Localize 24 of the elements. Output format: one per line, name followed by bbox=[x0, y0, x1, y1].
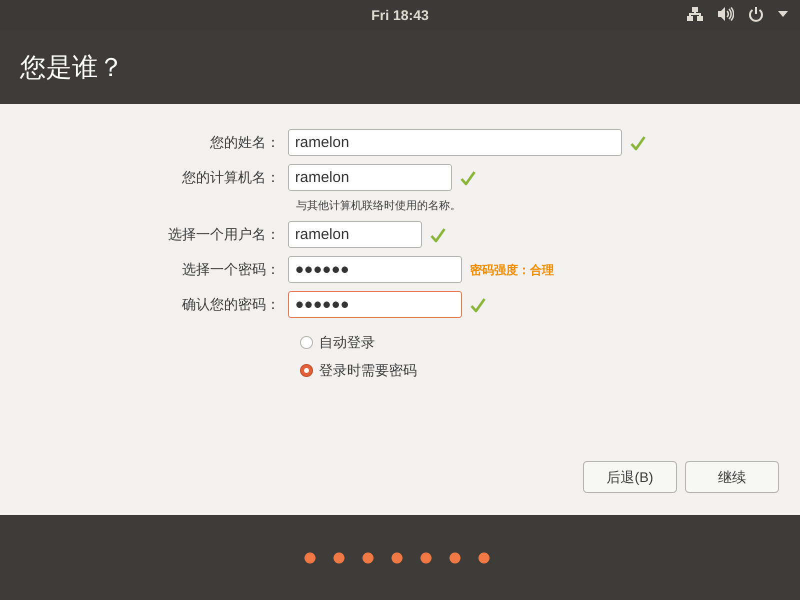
text-field[interactable]: ramelon bbox=[288, 221, 422, 248]
text-field[interactable]: ramelon bbox=[288, 129, 622, 156]
power-icon[interactable] bbox=[748, 6, 764, 22]
network-icon[interactable] bbox=[687, 6, 703, 22]
page-title: 您是谁？ bbox=[20, 50, 124, 84]
field-label: 选择一个密码： bbox=[181, 260, 281, 279]
text-field[interactable]: ●●●●●● bbox=[288, 256, 462, 283]
field-label: 您的计算机名： bbox=[181, 168, 281, 187]
radio-button[interactable] bbox=[300, 364, 313, 376]
text-field[interactable]: ●●●●●● bbox=[288, 291, 462, 318]
volume-icon[interactable] bbox=[717, 6, 734, 22]
radio-option[interactable]: 登录时需要密码 bbox=[300, 360, 800, 380]
clock[interactable]: Fri 18:43 bbox=[371, 4, 429, 26]
hint-text: 与其他计算机联络时使用的名称。 bbox=[296, 198, 461, 214]
radio-option[interactable]: 自动登录 bbox=[300, 332, 800, 352]
dropdown-caret-icon[interactable] bbox=[778, 11, 788, 17]
field-label: 确认您的密码： bbox=[181, 295, 281, 314]
text-field[interactable]: ramelon bbox=[288, 164, 452, 191]
dialog-button[interactable]: 继续 bbox=[685, 461, 779, 493]
dialog-button[interactable]: 后退(B) bbox=[583, 461, 677, 493]
password-strength-text: 密码强度：合理 bbox=[470, 262, 554, 278]
field-label: 选择一个用户名： bbox=[167, 225, 281, 244]
radio-button[interactable] bbox=[300, 336, 313, 348]
field-label: 您的姓名： bbox=[209, 133, 281, 152]
